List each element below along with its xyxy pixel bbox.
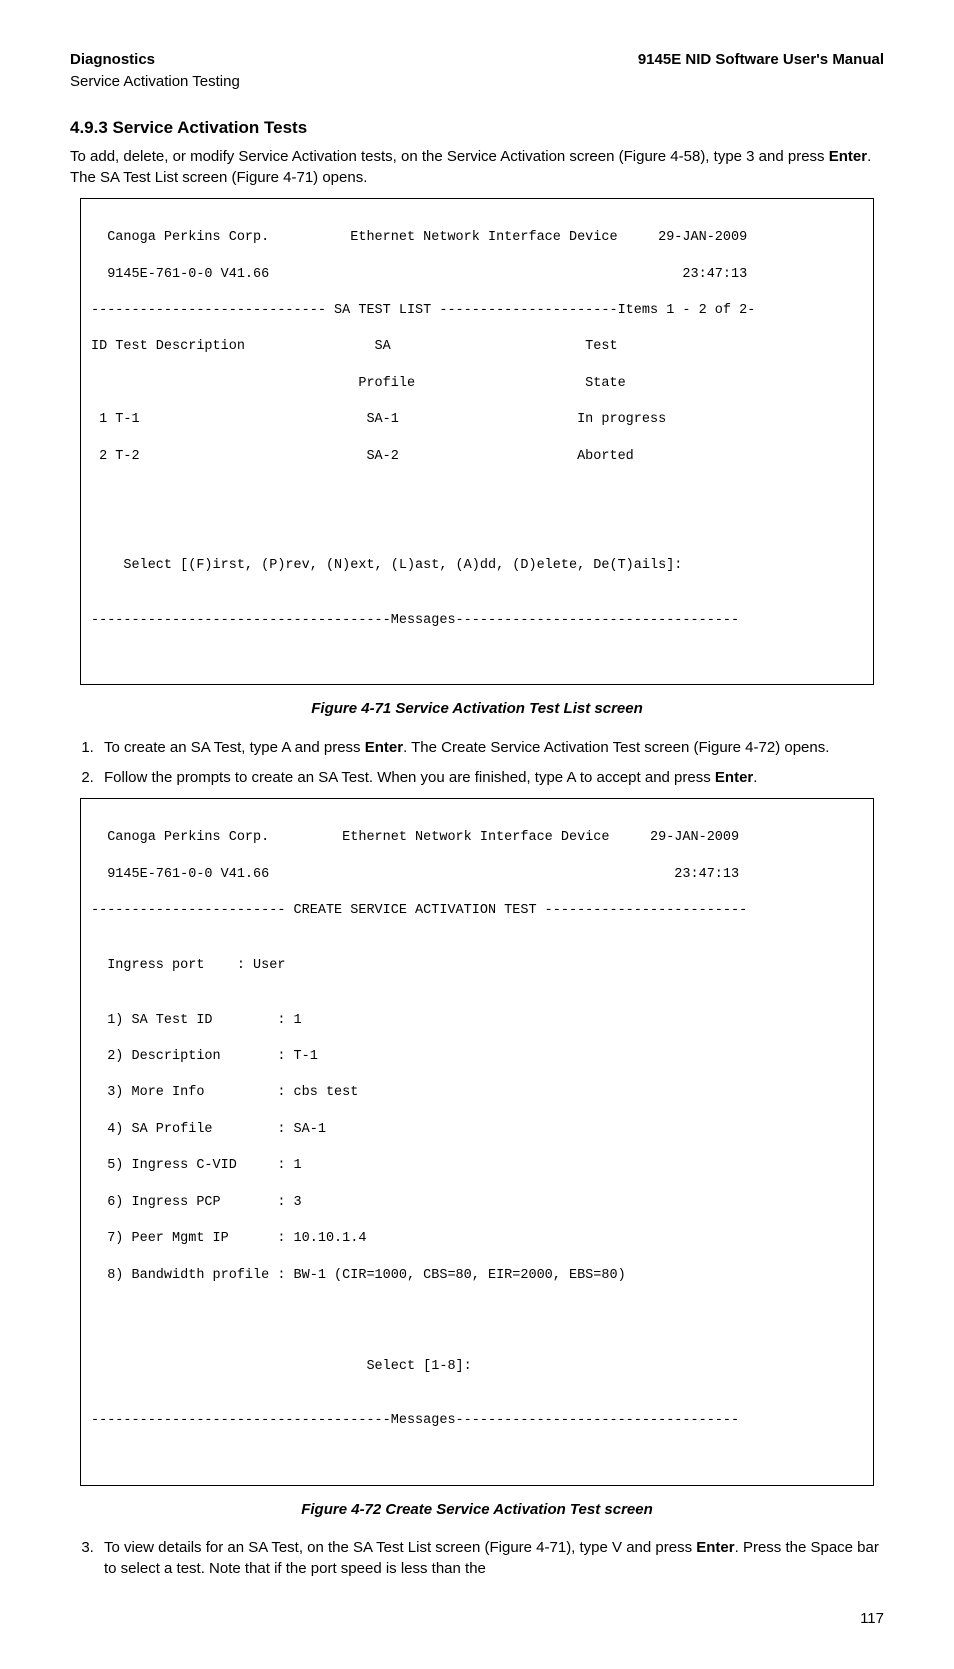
- step3-enter: Enter: [696, 1539, 734, 1556]
- intro-paragraph: To add, delete, or modify Service Activa…: [70, 147, 884, 188]
- t1-l4: ID Test Description SA Test: [81, 338, 873, 356]
- t1-l5: Profile State: [81, 375, 873, 393]
- section-heading: 4.9.3 Service Activation Tests: [70, 117, 884, 140]
- intro-text-a: To add, delete, or modify Service Activa…: [70, 148, 829, 165]
- t2-l13: 7) Peer Mgmt IP : 10.10.1.4: [81, 1230, 873, 1248]
- t2-l12: 6) Ingress PCP : 3: [81, 1194, 873, 1212]
- step2-enter: Enter: [715, 769, 753, 786]
- t1-l12: Select [(F)irst, (P)rev, (N)ext, (L)ast,…: [81, 557, 873, 575]
- page-header: Diagnostics 9145E NID Software User's Ma…: [70, 50, 884, 70]
- t1-l6: 1 T-1 SA-1 In progress: [81, 411, 873, 429]
- t1-l7: 2 T-2 SA-2 Aborted: [81, 448, 873, 466]
- t2-l20: -------------------------------------Mes…: [81, 1412, 873, 1430]
- step2-c: .: [753, 769, 757, 786]
- t2-l18: Select [1-8]:: [81, 1358, 873, 1376]
- terminal-fig-4-72: Canoga Perkins Corp. Ethernet Network In…: [80, 798, 874, 1486]
- step3-a: To view details for an SA Test, on the S…: [104, 1539, 696, 1556]
- t2-l1: Canoga Perkins Corp. Ethernet Network In…: [81, 829, 873, 847]
- intro-enter: Enter: [829, 148, 867, 165]
- step-1: To create an SA Test, type A and press E…: [98, 738, 884, 758]
- step-2: Follow the prompts to create an SA Test.…: [98, 768, 884, 788]
- t2-l11: 5) Ingress C-VID : 1: [81, 1157, 873, 1175]
- t2-l8: 2) Description : T-1: [81, 1048, 873, 1066]
- steps-list-2: To view details for an SA Test, on the S…: [98, 1538, 884, 1579]
- header-left: Diagnostics: [70, 50, 155, 70]
- t2-l9: 3) More Info : cbs test: [81, 1084, 873, 1102]
- t1-l2: 9145E-761-0-0 V41.66 23:47:13: [81, 266, 873, 284]
- page-number: 117: [70, 1609, 884, 1629]
- t2-l14: 8) Bandwidth profile : BW-1 (CIR=1000, C…: [81, 1267, 873, 1285]
- t2-l7: 1) SA Test ID : 1: [81, 1012, 873, 1030]
- header-sub: Service Activation Testing: [70, 72, 884, 92]
- step1-c: . The Create Service Activation Test scr…: [403, 739, 829, 756]
- t1-l1: Canoga Perkins Corp. Ethernet Network In…: [81, 229, 873, 247]
- t2-l10: 4) SA Profile : SA-1: [81, 1121, 873, 1139]
- steps-list-1: To create an SA Test, type A and press E…: [98, 738, 884, 789]
- t2-l2: 9145E-761-0-0 V41.66 23:47:13: [81, 866, 873, 884]
- step1-a: To create an SA Test, type A and press: [104, 739, 365, 756]
- t1-l3: ----------------------------- SA TEST LI…: [81, 302, 873, 320]
- header-right: 9145E NID Software User's Manual: [638, 50, 884, 70]
- t1-l14: -------------------------------------Mes…: [81, 612, 873, 630]
- t2-l5: Ingress port : User: [81, 957, 873, 975]
- step-3: To view details for an SA Test, on the S…: [98, 1538, 884, 1579]
- t2-l3: ------------------------ CREATE SERVICE …: [81, 902, 873, 920]
- figure-4-71-caption: Figure 4-71 Service Activation Test List…: [70, 699, 884, 719]
- step2-a: Follow the prompts to create an SA Test.…: [104, 769, 715, 786]
- terminal-fig-4-71: Canoga Perkins Corp. Ethernet Network In…: [80, 198, 874, 685]
- step1-enter: Enter: [365, 739, 403, 756]
- figure-4-72-caption: Figure 4-72 Create Service Activation Te…: [70, 1500, 884, 1520]
